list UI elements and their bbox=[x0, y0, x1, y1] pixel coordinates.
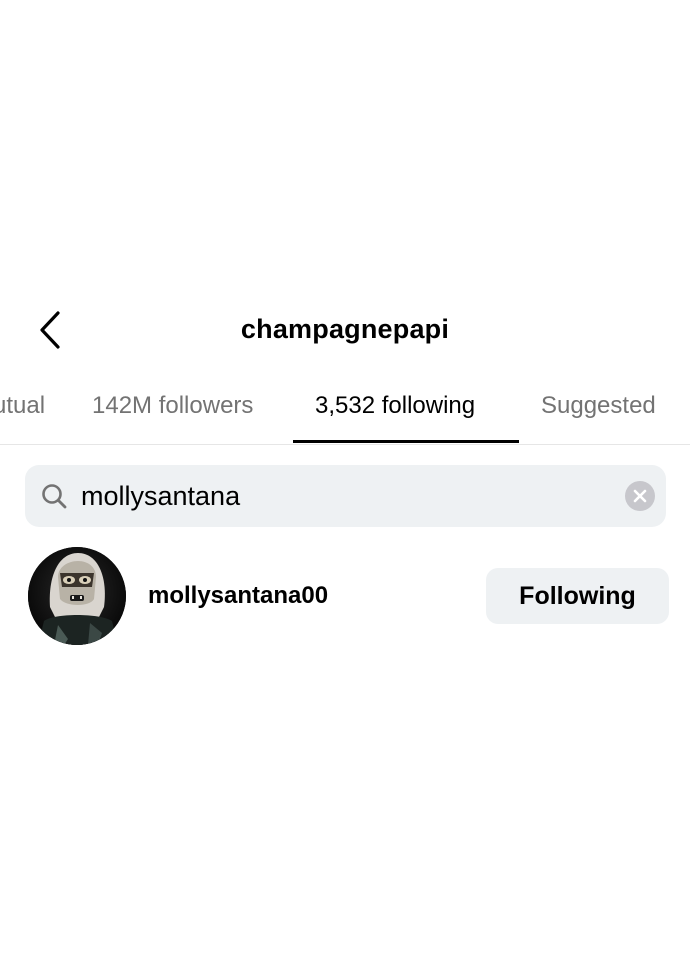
result-username[interactable]: mollysantana00 bbox=[148, 582, 328, 610]
tab-mutual[interactable]: Mutual bbox=[0, 392, 45, 420]
tab-bar: Mutual 142M followers 3,532 following Su… bbox=[0, 378, 690, 445]
clear-search-button[interactable] bbox=[625, 481, 655, 511]
avatar[interactable] bbox=[28, 547, 126, 645]
search-input[interactable] bbox=[81, 475, 601, 517]
search-icon bbox=[42, 484, 67, 509]
search-bar bbox=[25, 465, 666, 527]
list-item[interactable]: mollysantana00 Following bbox=[0, 545, 690, 647]
clear-icon bbox=[633, 489, 647, 503]
tab-followers[interactable]: 142M followers bbox=[92, 392, 253, 420]
following-button[interactable]: Following bbox=[486, 568, 669, 624]
top-bar: champagnepapi bbox=[0, 300, 690, 360]
page-title: champagnepapi bbox=[240, 314, 450, 344]
tab-suggested[interactable]: Suggested bbox=[541, 392, 656, 420]
tab-following[interactable]: 3,532 following bbox=[315, 392, 475, 420]
active-tab-indicator bbox=[293, 440, 519, 443]
